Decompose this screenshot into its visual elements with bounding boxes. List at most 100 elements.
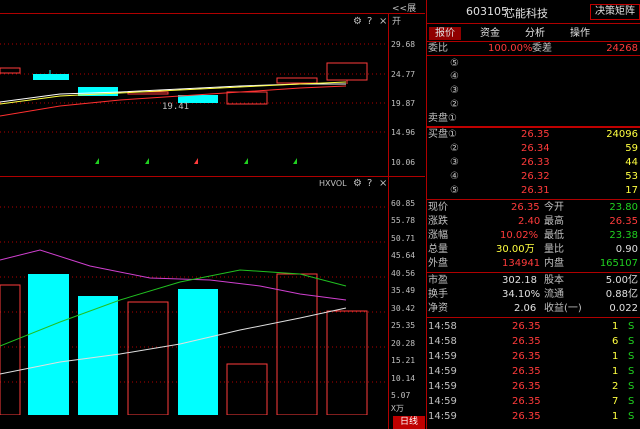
quote-row: 现价 26.35 今开 23.80 — [426, 201, 640, 214]
volume-bar — [127, 301, 169, 415]
quote-label: 最高 — [544, 216, 564, 227]
volume-tick: 5.07 — [391, 391, 411, 400]
volume-indicator-title: HXVOL — [319, 179, 347, 188]
volume-tick: 40.56 — [391, 269, 416, 278]
tick-time: 14:58 — [428, 321, 457, 332]
buy-volume: 44 — [625, 157, 638, 168]
candle — [226, 91, 268, 105]
tick-volume: 1 — [612, 321, 619, 332]
signal-arrow — [293, 158, 297, 164]
quote-label: 今开 — [544, 202, 564, 213]
tick-price: 26.35 — [512, 321, 541, 332]
volume-tick: 30.42 — [391, 304, 416, 313]
volume-tick: 50.71 — [391, 234, 416, 243]
buy-level-label: ⑤ — [450, 185, 459, 196]
buy-price: 26.34 — [521, 143, 550, 154]
expand-button[interactable]: <<展开 — [392, 1, 425, 27]
sell-level-label: ② — [450, 99, 459, 110]
tick-side: S — [628, 336, 635, 347]
tick-time: 14:59 — [428, 381, 457, 392]
low-price-marker: 19.41 — [162, 102, 189, 112]
volume-bar — [28, 274, 69, 415]
ma-line-white — [0, 83, 346, 103]
help-icon[interactable]: ? — [367, 178, 372, 189]
volume-bar — [226, 363, 268, 415]
settings-icon[interactable]: ⚙ — [353, 178, 362, 189]
price-tick: 29.68 — [391, 40, 416, 49]
quote-value: 23.38 — [609, 230, 638, 241]
divider — [426, 23, 640, 24]
buy-price: 26.32 — [521, 171, 550, 182]
fin-value: 0.022 — [609, 303, 638, 314]
volume-bar — [0, 284, 21, 415]
tick-time: 14:59 — [428, 411, 457, 422]
volume-tick: 15.21 — [391, 356, 416, 365]
fin-row: 换手 34.10% 流通 0.88亿 — [426, 288, 640, 301]
quote-label: 涨跌 — [428, 216, 448, 227]
weibi-value: 100.00% — [488, 43, 533, 54]
volume-tick: 20.28 — [391, 339, 416, 348]
close-icon[interactable]: × — [379, 178, 387, 189]
divider — [426, 55, 640, 56]
tick-price: 26.35 — [512, 336, 541, 347]
sell-level-2: ② — [426, 98, 640, 111]
weicha-value: 24268 — [606, 43, 638, 54]
quote-label: 现价 — [428, 202, 448, 213]
fin-value: 302.18 — [502, 275, 537, 286]
chart-top-bar — [0, 0, 425, 13]
candle — [33, 74, 69, 80]
signal-arrow — [95, 158, 99, 164]
tick-row: 14:59 26.35 1 S — [426, 350, 640, 363]
chart-area[interactable]: <<展开 ⚙ ? × 29.68 24.77 19.87 14.96 10.06 — [0, 0, 425, 429]
buy-price: 26.31 — [521, 185, 550, 196]
fin-value: 2.06 — [514, 303, 537, 314]
tick-volume: 1 — [612, 411, 619, 422]
sell-level-label: ⑤ — [450, 58, 459, 69]
tick-side: S — [628, 351, 635, 362]
sell-level-label: 卖盘① — [428, 113, 457, 124]
volume-chart — [0, 206, 388, 415]
weibi-row: 委比 100.00% 委差 24268 — [426, 42, 640, 55]
quote-value: 134941 — [502, 258, 541, 269]
tick-side: S — [628, 321, 635, 332]
tab-quote[interactable]: 报价 — [429, 27, 461, 40]
price-tick: 14.96 — [391, 128, 416, 137]
signal-arrow — [194, 158, 198, 164]
tick-volume: 6 — [612, 336, 619, 347]
signal-arrow — [145, 158, 149, 164]
tick-price: 26.35 — [512, 411, 541, 422]
tick-time: 14:58 — [428, 336, 457, 347]
tab-operation[interactable]: 操作 — [564, 27, 596, 40]
quote-label: 最低 — [544, 230, 564, 241]
quote-value: 26.35 — [511, 202, 540, 213]
volume-tick: 60.85 — [391, 199, 416, 208]
buy-level-4: ④ 26.32 53 — [426, 170, 640, 183]
buy-level-label: ③ — [450, 157, 459, 168]
quote-value: 2.40 — [518, 216, 541, 227]
price-tick: 10.06 — [391, 158, 416, 167]
tick-row: 14:59 26.35 2 S — [426, 380, 640, 393]
buy-level-1: 买盘① 26.35 24096 — [426, 128, 640, 141]
candlestick-chart: 19.41 — [0, 43, 388, 164]
fin-value: 34.10% — [502, 289, 541, 300]
quote-value: 23.80 — [609, 202, 638, 213]
buy-level-3: ③ 26.33 44 — [426, 156, 640, 169]
axis-separator — [388, 13, 389, 429]
tab-analysis[interactable]: 分析 — [519, 27, 551, 40]
tick-price: 26.35 — [512, 366, 541, 377]
period-tab-daily[interactable]: 日线 — [393, 416, 425, 429]
sell-level-4: ④ — [426, 70, 640, 83]
volume-tick: 10.14 — [391, 374, 416, 383]
decision-matrix-button[interactable]: 决策矩阵 — [590, 4, 640, 20]
buy-volume: 24096 — [606, 129, 638, 140]
fin-label: 流通 — [544, 289, 564, 300]
sell-level-label: ④ — [450, 71, 459, 82]
buy-volume: 17 — [625, 185, 638, 196]
buy-level-label: ② — [450, 143, 459, 154]
tick-price: 26.35 — [512, 396, 541, 407]
fin-row: 市盈 302.18 股本 5.00亿 — [426, 274, 640, 287]
fin-label: 股本 — [544, 275, 564, 286]
volume-tick: 35.49 — [391, 286, 416, 295]
stock-code: 603105 — [466, 5, 508, 18]
tab-funds[interactable]: 资金 — [474, 27, 506, 40]
